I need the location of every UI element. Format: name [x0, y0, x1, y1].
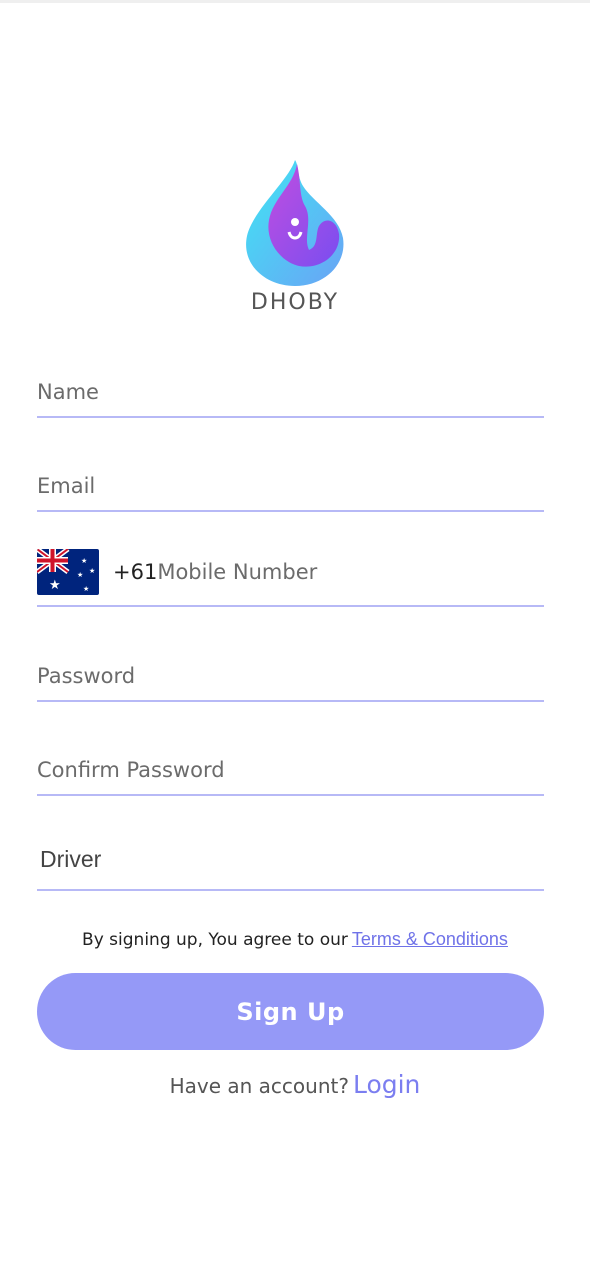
login-prompt: Have an account? [169, 1074, 349, 1098]
svg-text:★: ★ [49, 578, 61, 593]
email-field-wrapper [37, 450, 544, 512]
login-prompt-row: Have an account? Login [0, 1070, 590, 1099]
svg-text:★: ★ [83, 585, 89, 593]
confirm-password-input[interactable] [37, 758, 544, 782]
password-field-wrapper [37, 640, 544, 702]
terms-text: By signing up, You agree to our [82, 930, 348, 950]
status-bar-divider [0, 0, 590, 3]
sign-up-button[interactable]: Sign Up [37, 973, 544, 1050]
svg-text:★: ★ [81, 557, 87, 565]
country-dial-code[interactable]: +61 [113, 560, 157, 584]
logo-block: DHOBY [0, 158, 590, 315]
password-input[interactable] [37, 664, 544, 688]
terms-link[interactable]: Terms & Conditions [352, 929, 508, 949]
australia-flag-icon[interactable]: ★ ★ ★ ★ ★ [37, 549, 99, 595]
name-input[interactable] [37, 380, 544, 404]
phone-field-wrapper: ★ ★ ★ ★ ★ +61 [37, 545, 544, 607]
phone-row: ★ ★ ★ ★ ★ +61 [37, 549, 544, 595]
role-select-value: Driver [40, 846, 102, 872]
email-input[interactable] [37, 474, 544, 498]
terms-notice: By signing up, You agree to our Terms & C… [0, 929, 590, 950]
dhoby-logo-icon [246, 160, 344, 286]
svg-text:★: ★ [89, 567, 95, 575]
confirm-password-field-wrapper [37, 734, 544, 796]
svg-text:★: ★ [77, 571, 83, 579]
brand-name: DHOBY [250, 290, 340, 315]
login-link[interactable]: Login [353, 1070, 420, 1099]
mobile-number-input[interactable] [157, 560, 544, 584]
name-field-wrapper [37, 356, 544, 418]
role-select[interactable]: Driver [37, 829, 544, 891]
